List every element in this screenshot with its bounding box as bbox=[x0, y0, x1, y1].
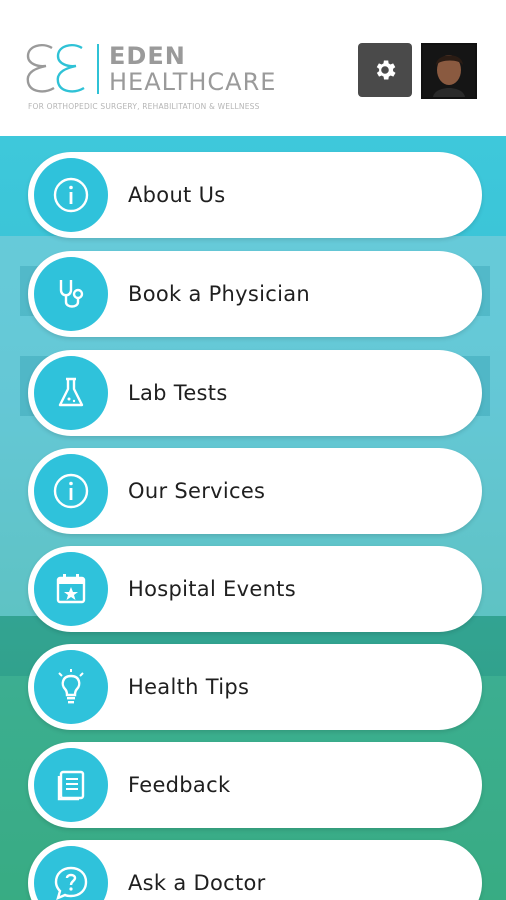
gear-icon bbox=[376, 60, 396, 80]
menu-label: Our Services bbox=[128, 479, 266, 503]
document-icon bbox=[34, 748, 108, 822]
avatar-image bbox=[423, 45, 475, 97]
question-bubble-icon bbox=[34, 846, 108, 900]
stethoscope-icon bbox=[34, 257, 108, 331]
logo-divider bbox=[97, 44, 99, 94]
info-icon bbox=[34, 454, 108, 528]
menu-label: Hospital Events bbox=[128, 577, 296, 601]
menu-item-about-us[interactable]: About Us bbox=[28, 152, 482, 238]
profile-avatar[interactable] bbox=[421, 43, 477, 99]
menu-label: Book a Physician bbox=[128, 282, 311, 306]
brand-name-line2: HEALTHCARE bbox=[109, 68, 277, 96]
flask-icon bbox=[34, 356, 108, 430]
menu-item-book-physician[interactable]: Book a Physician bbox=[28, 251, 482, 337]
menu-item-lab-tests[interactable]: Lab Tests bbox=[28, 350, 482, 436]
menu-label: About Us bbox=[128, 183, 226, 207]
info-icon bbox=[34, 158, 108, 232]
menu-label: Feedback bbox=[128, 773, 231, 797]
eden-logo-icon bbox=[26, 44, 85, 93]
brand-name-line1: EDEN bbox=[109, 42, 186, 70]
menu-item-ask-doctor[interactable]: Ask a Doctor bbox=[28, 840, 482, 900]
menu-label: Ask a Doctor bbox=[128, 871, 266, 895]
menu-background: About Us Book a Physician Lab Tests Our … bbox=[0, 136, 506, 900]
calendar-star-icon bbox=[34, 552, 108, 626]
menu-label: Health Tips bbox=[128, 675, 250, 699]
app-header: EDEN HEALTHCARE FOR ORTHOPEDIC SURGERY, … bbox=[0, 0, 506, 136]
menu-item-feedback[interactable]: Feedback bbox=[28, 742, 482, 828]
menu-item-health-tips[interactable]: Health Tips bbox=[28, 644, 482, 730]
lightbulb-icon bbox=[34, 650, 108, 724]
settings-button[interactable] bbox=[358, 43, 412, 97]
menu-item-our-services[interactable]: Our Services bbox=[28, 448, 482, 534]
brand-tagline: FOR ORTHOPEDIC SURGERY, REHABILITATION &… bbox=[28, 102, 260, 111]
menu-label: Lab Tests bbox=[128, 381, 228, 405]
menu-item-hospital-events[interactable]: Hospital Events bbox=[28, 546, 482, 632]
